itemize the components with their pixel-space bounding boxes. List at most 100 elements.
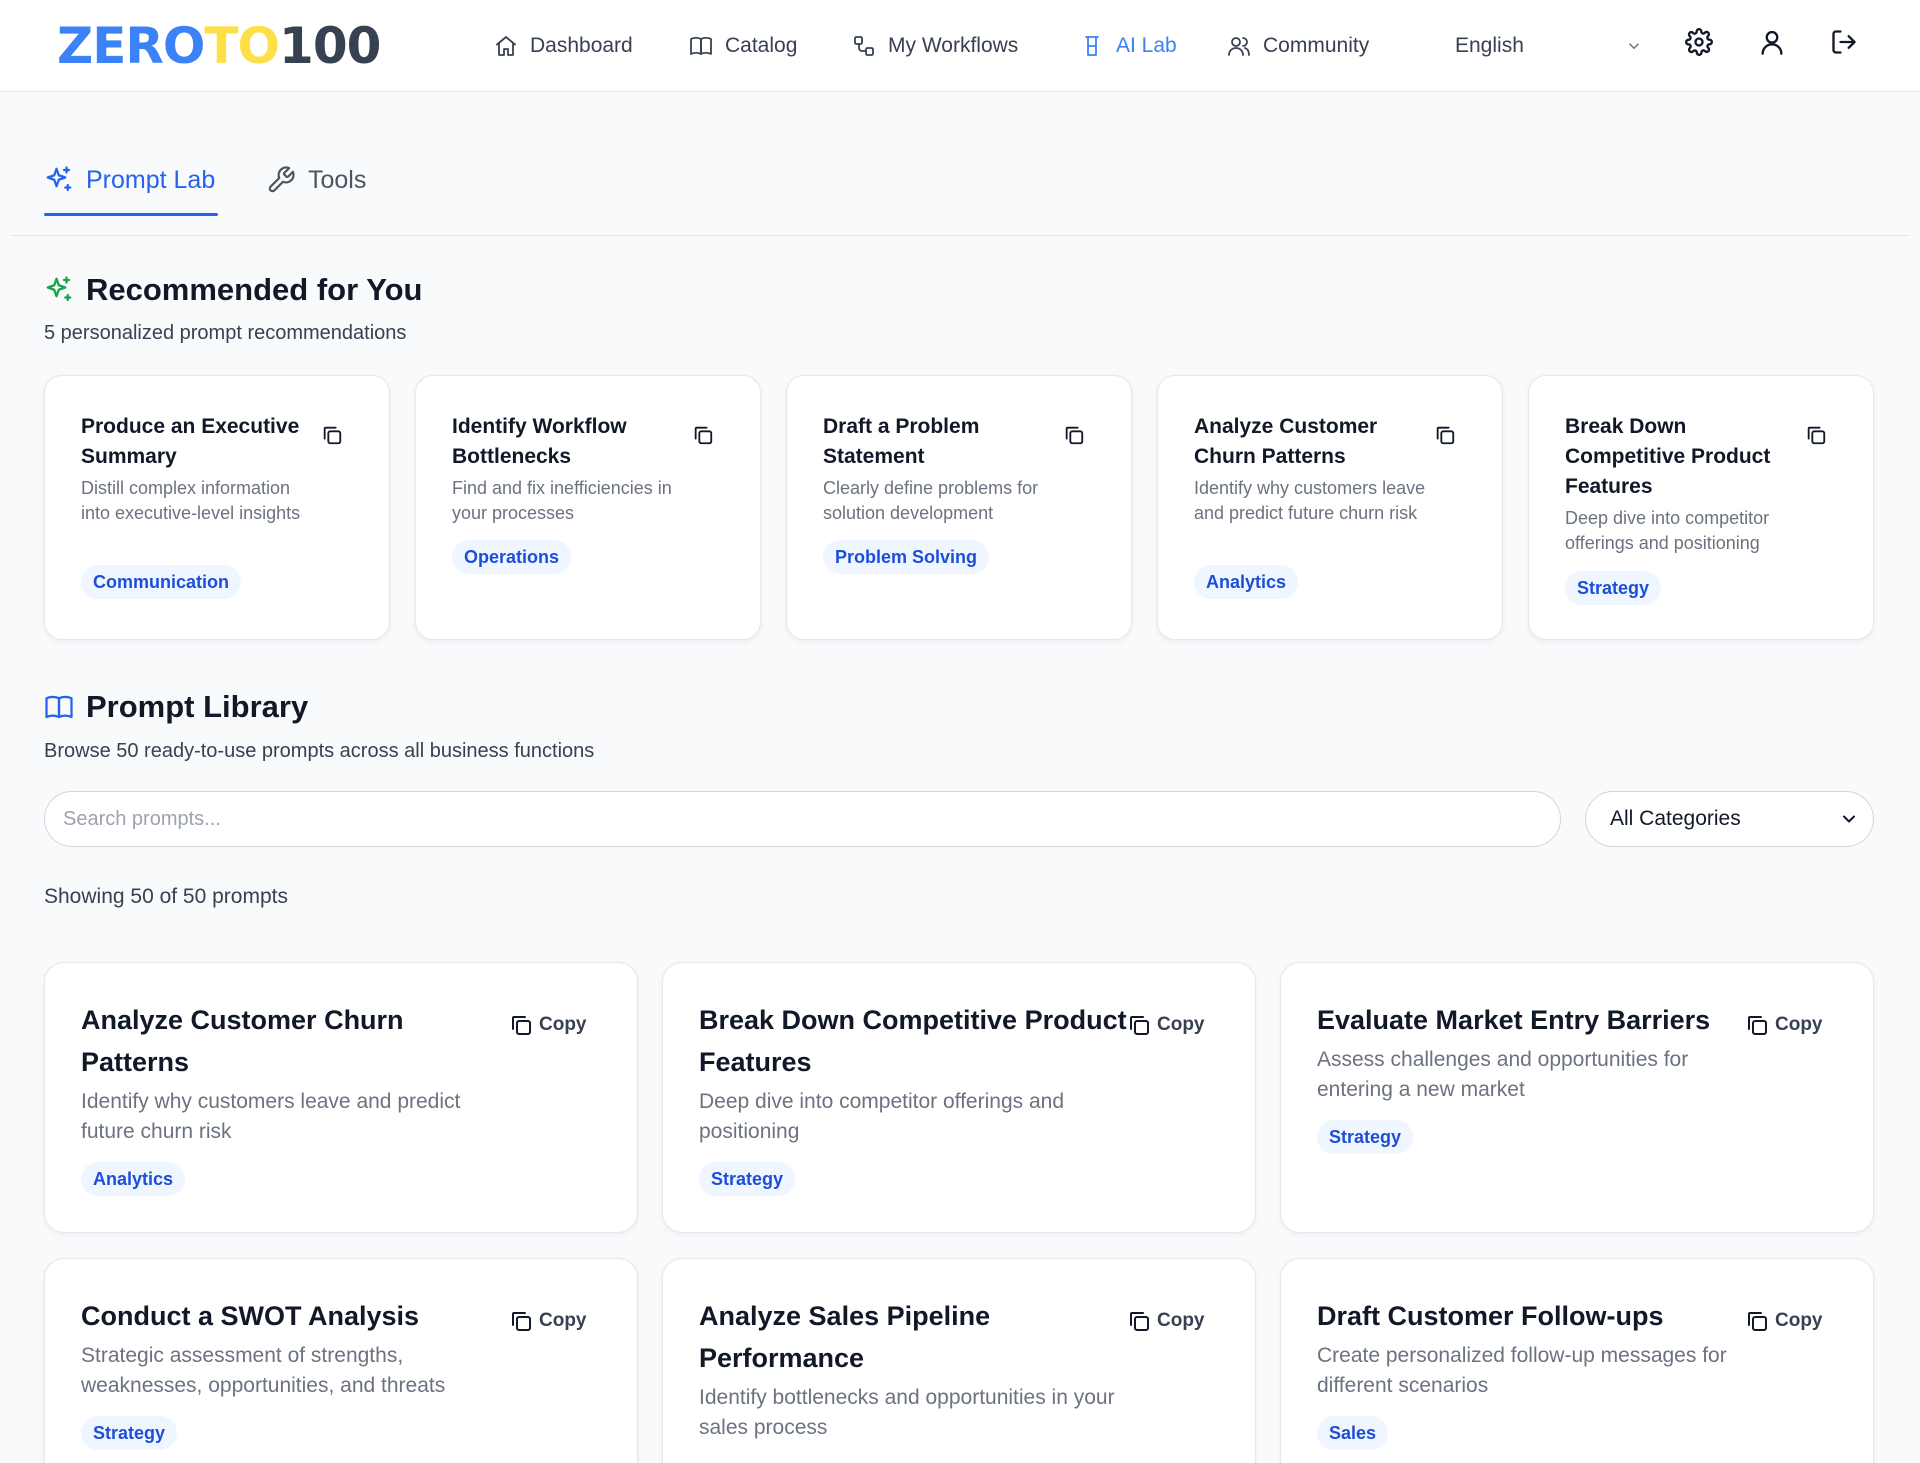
tab-prompt-lab-label: Prompt Lab	[86, 165, 216, 194]
nav-catalog-label: Catalog	[725, 34, 798, 57]
prompt-card[interactable]: Analyze Sales Pipeline Performance Copy …	[662, 1258, 1256, 1463]
card-title: Draft a Problem Statement	[823, 415, 980, 468]
card-title: Draft Customer Follow-ups	[1317, 1301, 1664, 1331]
settings-button[interactable]	[1685, 28, 1717, 60]
workflow-icon	[854, 36, 874, 56]
copy-button[interactable]	[1805, 424, 1827, 446]
copy-button[interactable]: Copy	[1127, 1307, 1205, 1335]
card-title: Break Down Competitive Product Features	[1565, 415, 1771, 498]
nav-my-workflows[interactable]: My Workflows	[852, 30, 1018, 62]
recommended-card[interactable]: Identify Workflow Bottlenecks Find and f…	[415, 375, 761, 640]
sparkles-icon	[46, 276, 72, 302]
prompt-card[interactable]: Break Down Competitive Product Features …	[662, 962, 1256, 1233]
gear-icon	[1685, 28, 1713, 56]
card-title: Break Down Competitive Product Features	[699, 1005, 1127, 1077]
nav-community[interactable]: Community	[1227, 30, 1369, 62]
copy-button[interactable]	[321, 424, 343, 446]
copy-label: Copy	[1157, 1014, 1205, 1035]
users-icon	[1228, 37, 1250, 56]
category-badge: Strategy	[1565, 571, 1662, 605]
card-description: Assess challenges and opportunities for …	[1317, 1048, 1689, 1101]
results-count: Showing 50 of 50 prompts	[44, 885, 288, 908]
library-title: Prompt Library	[86, 689, 309, 724]
copy-icon	[1436, 426, 1455, 445]
card-title: Analyze Sales Pipeline Performance	[699, 1301, 991, 1373]
tab-prompt-lab[interactable]: Prompt Lab	[44, 160, 215, 200]
chevron-down-icon	[1628, 43, 1640, 50]
top-navbar: ZEROTO100 Dashboard Catalog My Workflows…	[0, 0, 1920, 92]
user-icon	[1761, 30, 1783, 55]
copy-label: Copy	[1775, 1310, 1823, 1331]
recommended-heading: Recommended for You	[44, 272, 422, 308]
copy-icon	[1130, 1016, 1149, 1035]
sparkles-icon	[46, 166, 72, 192]
nav-catalog[interactable]: Catalog	[689, 30, 797, 62]
copy-icon	[512, 1312, 531, 1331]
recommended-card[interactable]: Draft a Problem Statement Clearly define…	[786, 375, 1132, 640]
copy-button[interactable]	[692, 424, 714, 446]
language-select[interactable]: English	[1455, 28, 1643, 64]
card-description: Distill complex information into executi…	[81, 478, 301, 523]
recommended-subtitle: 5 personalized prompt recommendations	[44, 322, 407, 344]
copy-button[interactable]: Copy	[1745, 1307, 1823, 1335]
category-select[interactable]: All Categories	[1585, 791, 1874, 847]
logo-part-to: TO	[204, 17, 280, 75]
recommended-card[interactable]: Break Down Competitive Product Features …	[1528, 375, 1874, 640]
language-value: English	[1455, 34, 1524, 57]
card-title: Conduct a SWOT Analysis	[81, 1301, 420, 1331]
card-description: Identify why customers leave and predict…	[1194, 478, 1426, 523]
copy-icon	[1065, 426, 1084, 445]
category-badge: Strategy	[81, 1416, 178, 1450]
category-badge: Strategy	[699, 1162, 796, 1196]
chevron-down-icon	[1843, 815, 1855, 823]
recommended-card[interactable]: Analyze Customer Churn Patterns Identify…	[1157, 375, 1503, 640]
copy-button[interactable]: Copy	[509, 1307, 587, 1335]
prompt-card[interactable]: Conduct a SWOT Analysis Copy Strategic a…	[44, 1258, 638, 1463]
tab-tools-label: Tools	[308, 165, 367, 194]
nav-my-workflows-label: My Workflows	[888, 34, 1019, 57]
card-title: Identify Workflow Bottlenecks	[452, 415, 627, 468]
card-description: Identify why customers leave and predict…	[81, 1090, 461, 1143]
category-badge: Strategy	[1317, 1120, 1414, 1154]
recommended-title: Recommended for You	[86, 272, 423, 307]
card-description: Strategic assessment of strengths, weakn…	[81, 1344, 446, 1397]
copy-label: Copy	[539, 1014, 587, 1035]
nav-community-label: Community	[1263, 34, 1370, 57]
logout-button[interactable]	[1830, 28, 1862, 60]
prompt-card[interactable]: Evaluate Market Entry Barriers Copy Asse…	[1280, 962, 1874, 1233]
category-select-value: All Categories	[1610, 807, 1741, 830]
brand-logo[interactable]: ZEROTO100	[57, 16, 381, 76]
category-badge: Communication	[81, 565, 242, 599]
flask-icon	[1085, 36, 1099, 56]
library-heading: Prompt Library	[44, 689, 308, 725]
category-badge: Problem Solving	[823, 540, 990, 574]
tab-tools[interactable]: Tools	[266, 160, 366, 200]
copy-icon	[512, 1016, 531, 1035]
wrench-icon	[268, 166, 295, 193]
copy-label: Copy	[1775, 1014, 1823, 1035]
profile-button[interactable]	[1758, 28, 1790, 60]
copy-button[interactable]	[1063, 424, 1085, 446]
card-description: Deep dive into competitor offerings and …	[699, 1090, 1064, 1143]
prompt-card[interactable]: Draft Customer Follow-ups Copy Create pe…	[1280, 1258, 1874, 1463]
active-tab-indicator	[44, 213, 218, 216]
category-badge: Analytics	[1194, 565, 1299, 599]
recommended-card[interactable]: Produce an Executive Summary Distill com…	[44, 375, 390, 640]
logo-part-hundred: 100	[279, 17, 381, 75]
card-description: Deep dive into competitor offerings and …	[1565, 508, 1770, 553]
copy-button[interactable]	[1434, 424, 1456, 446]
nav-ai-lab[interactable]: AI Lab	[1080, 30, 1177, 62]
card-description: Find and fix inefficiencies in your proc…	[452, 478, 672, 523]
copy-button[interactable]: Copy	[1127, 1011, 1205, 1039]
copy-button[interactable]: Copy	[509, 1011, 587, 1039]
nav-dashboard[interactable]: Dashboard	[494, 30, 633, 62]
card-description: Clearly define problems for solution dev…	[823, 478, 1039, 523]
search-input[interactable]	[44, 791, 1561, 847]
prompt-card[interactable]: Analyze Customer Churn Patterns Copy Ide…	[44, 962, 638, 1233]
card-title: Analyze Customer Churn Patterns	[1194, 415, 1378, 468]
copy-icon	[694, 426, 713, 445]
copy-button[interactable]: Copy	[1745, 1011, 1823, 1039]
book-open-icon	[45, 695, 73, 719]
copy-label: Copy	[539, 1310, 587, 1331]
card-description: Create personalized follow-up messages f…	[1317, 1344, 1727, 1397]
